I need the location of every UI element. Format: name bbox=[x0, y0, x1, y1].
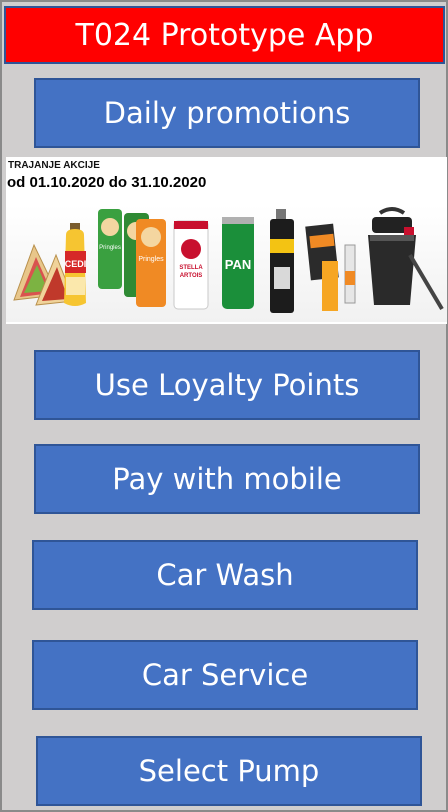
product-lineup-image: CEDI Pringles Pringles STELLA ARTOIS PAN bbox=[6, 205, 447, 322]
spray-can-product bbox=[270, 209, 294, 313]
pay-with-mobile-button[interactable]: Pay with mobile bbox=[34, 444, 420, 514]
pan-beer-can-product: PAN bbox=[222, 217, 254, 309]
promotion-caption: TRAJANJE AKCIJE bbox=[8, 160, 100, 171]
car-service-button[interactable]: Car Service bbox=[32, 640, 418, 710]
svg-text:Pringles: Pringles bbox=[99, 245, 121, 251]
cedi-bottle-product: CEDI bbox=[64, 223, 86, 306]
select-pump-button[interactable]: Select Pump bbox=[36, 736, 422, 806]
svg-text:ARTOIS: ARTOIS bbox=[180, 273, 203, 279]
svg-text:CEDI: CEDI bbox=[65, 259, 87, 269]
app-frame: T024 Prototype App Daily promotions TRAJ… bbox=[0, 0, 448, 812]
promotion-dates: od 01.10.2020 do 31.10.2020 bbox=[7, 174, 207, 191]
promotion-banner[interactable]: TRAJANJE AKCIJE od 01.10.2020 do 31.10.2… bbox=[6, 157, 447, 324]
daily-promotions-button[interactable]: Daily promotions bbox=[34, 78, 420, 148]
car-wash-button[interactable]: Car Wash bbox=[32, 540, 418, 610]
svg-text:PAN: PAN bbox=[225, 257, 251, 272]
app-title: T024 Prototype App bbox=[4, 6, 445, 64]
svg-text:STELLA: STELLA bbox=[179, 265, 203, 271]
stella-artois-can-product: STELLA ARTOIS bbox=[173, 220, 209, 310]
use-loyalty-points-button[interactable]: Use Loyalty Points bbox=[34, 350, 420, 420]
svg-text:Pringles: Pringles bbox=[138, 256, 164, 263]
